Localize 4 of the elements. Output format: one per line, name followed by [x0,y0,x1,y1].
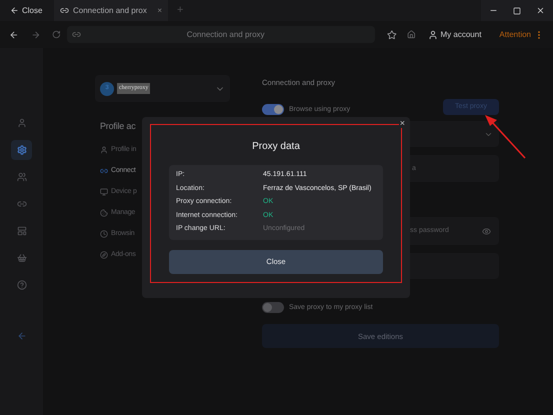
tab-title: Connection and prox [73,4,147,16]
address-text: Connection and proxy [186,28,266,40]
profile-heading: Profile ac [100,120,137,133]
dialog-title: Proxy data [252,140,300,154]
